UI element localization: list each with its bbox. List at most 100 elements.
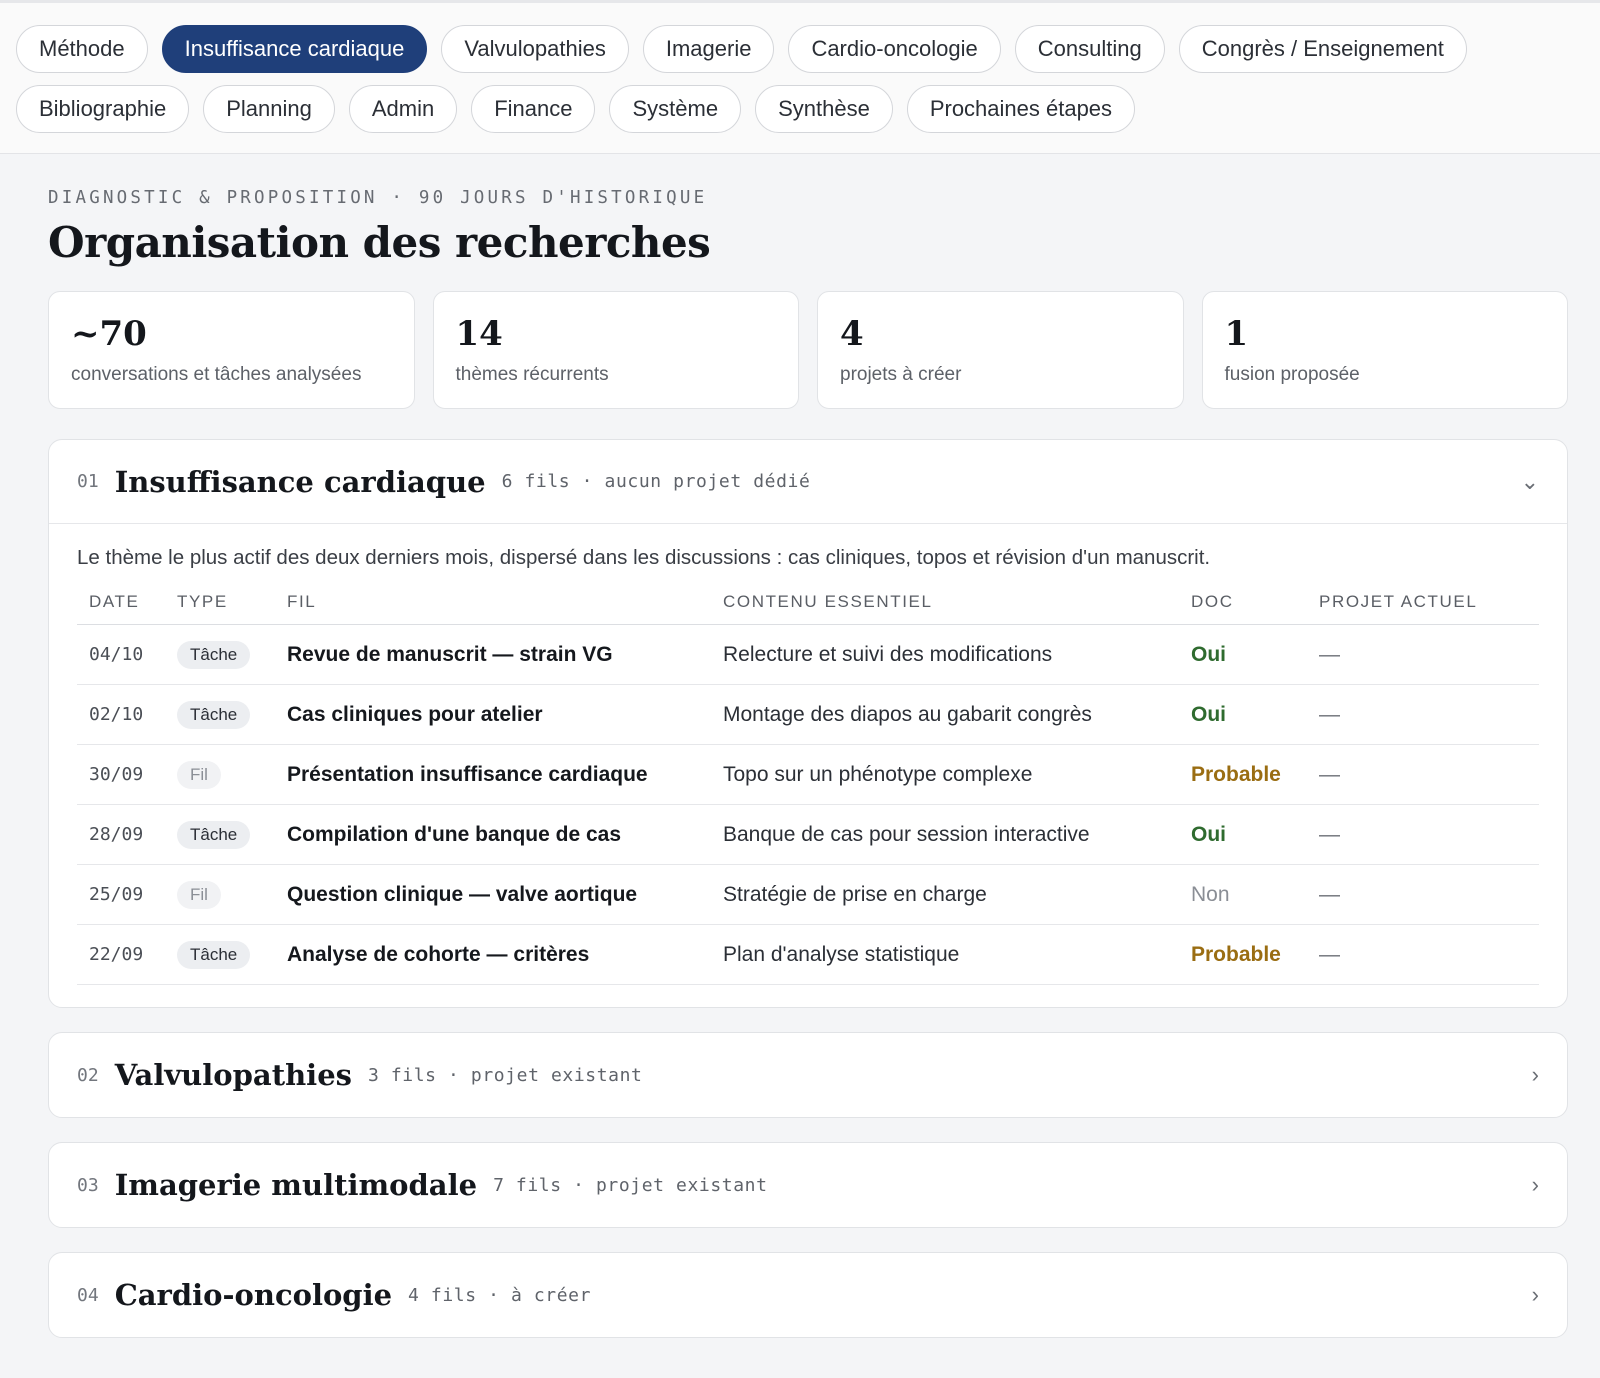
cell-type: Tâche bbox=[165, 624, 275, 685]
nav-row: Bibliographie Planning Admin Finance Système… bbox=[16, 85, 1584, 133]
column-header-projet: PROJET ACTUEL bbox=[1307, 586, 1539, 625]
cell-projet: — bbox=[1307, 864, 1539, 925]
cell-contenu: Relecture et suivi des modifications bbox=[711, 624, 1179, 685]
section-title: Imagerie multimodale bbox=[114, 1168, 478, 1202]
nav-tab-système[interactable]: Système bbox=[609, 85, 742, 133]
main-content: DIAGNOSTIC & PROPOSITION · 90 JOURS D'HI… bbox=[0, 154, 1600, 1338]
nav-tab-imagerie[interactable]: Imagerie bbox=[642, 25, 775, 73]
column-header-date: DATE bbox=[77, 586, 165, 625]
table-row[interactable]: 25/09 Fil Question clinique — valve aortiq… bbox=[77, 864, 1539, 925]
section-header[interactable]: 03 Imagerie multimodale 7 fils · projet … bbox=[49, 1143, 1567, 1227]
section-title: Valvulopathies bbox=[114, 1058, 352, 1092]
section-body: Le thème le plus actif des deux derniers… bbox=[49, 524, 1567, 1007]
cell-projet: — bbox=[1307, 744, 1539, 805]
column-header-type: TYPE bbox=[165, 586, 275, 625]
cell-projet: — bbox=[1307, 624, 1539, 685]
section-number: 01 bbox=[77, 471, 99, 492]
cell-date: 25/09 bbox=[77, 864, 165, 925]
threads-table: DATE TYPE FIL CONTENU ESSENTIEL DOC PROJ… bbox=[77, 586, 1539, 985]
cell-projet: — bbox=[1307, 924, 1539, 985]
cell-contenu: Montage des diapos au gabarit congrès bbox=[711, 684, 1179, 745]
section-valvulopathies: 02 Valvulopathies 3 fils · projet exista… bbox=[48, 1032, 1568, 1118]
section-header[interactable]: 04 Cardio-oncologie 4 fils · à créer › bbox=[49, 1253, 1567, 1337]
section-imagerie-multimodale: 03 Imagerie multimodale 7 fils · projet … bbox=[48, 1142, 1568, 1228]
cell-type: Tâche bbox=[165, 804, 275, 865]
cell-doc: Probable bbox=[1179, 744, 1307, 805]
chevron-right-icon[interactable]: › bbox=[1532, 1282, 1539, 1308]
cell-projet: — bbox=[1307, 684, 1539, 745]
nav-tab-finance[interactable]: Finance bbox=[471, 85, 596, 133]
page-eyebrow: DIAGNOSTIC & PROPOSITION · 90 JOURS D'HI… bbox=[48, 188, 708, 208]
type-badge: Fil bbox=[177, 760, 221, 789]
section-meta: 3 fils · projet existant bbox=[367, 1064, 643, 1086]
section-description: Le thème le plus actif des deux derniers… bbox=[77, 546, 1211, 569]
section-meta: 7 fils · projet existant bbox=[493, 1174, 768, 1196]
nav-tab-consulting[interactable]: Consulting bbox=[1014, 25, 1165, 73]
nav-bar: Méthode Insuffisance cardiaque Valvulopath… bbox=[0, 0, 1600, 154]
column-header-fil: FIL bbox=[275, 586, 711, 625]
nav-tab-méthode[interactable]: Méthode bbox=[16, 25, 148, 73]
cell-fil: Question clinique — valve aortique bbox=[275, 864, 711, 925]
nav-tab-admin[interactable]: Admin bbox=[348, 85, 458, 133]
page-title: Organisation des recherches bbox=[48, 218, 711, 267]
type-badge: Tâche bbox=[177, 700, 251, 729]
cell-type: Tâche bbox=[165, 924, 275, 985]
cell-date: 22/09 bbox=[77, 924, 165, 985]
nav-tab-bibliographie[interactable]: Bibliographie bbox=[16, 85, 190, 133]
cell-contenu: Stratégie de prise en charge bbox=[711, 864, 1179, 925]
cell-type: Tâche bbox=[165, 684, 275, 745]
stat-value: 14 bbox=[455, 314, 503, 354]
table-header-row: DATE TYPE FIL CONTENU ESSENTIEL DOC PROJ… bbox=[77, 586, 1539, 625]
cell-date: 30/09 bbox=[77, 744, 165, 805]
cell-contenu: Banque de cas pour session interactive bbox=[711, 804, 1179, 865]
section-title: Cardio-oncologie bbox=[114, 1278, 393, 1312]
stat-card-projets: 4 projets à créer bbox=[817, 291, 1184, 409]
section-number: 02 bbox=[77, 1064, 99, 1086]
nav-tab-congrès-enseignement[interactable]: Congrès / Enseignement bbox=[1178, 25, 1467, 73]
nav-tab-cardio-oncologie[interactable]: Cardio-oncologie bbox=[788, 25, 1001, 73]
chevron-right-icon[interactable]: › bbox=[1532, 1172, 1539, 1198]
stat-value: 1 bbox=[1224, 314, 1249, 354]
cell-date: 02/10 bbox=[77, 684, 165, 745]
nav-tab-synthèse[interactable]: Synthèse bbox=[755, 85, 893, 133]
cell-date: 28/09 bbox=[77, 804, 165, 865]
stat-label: projets à créer bbox=[840, 364, 962, 385]
nav-tab-insuffisance-cardiaque[interactable]: Insuffisance cardiaque bbox=[161, 25, 428, 73]
type-badge: Tâche bbox=[177, 940, 251, 969]
cell-date: 04/10 bbox=[77, 624, 165, 685]
section-header[interactable]: 02 Valvulopathies 3 fils · projet exista… bbox=[49, 1033, 1567, 1117]
table-row[interactable]: 22/09 Tâche Analyse de cohorte — critères P… bbox=[77, 924, 1539, 985]
cell-fil: Analyse de cohorte — critères bbox=[275, 924, 711, 985]
section-cardio-oncologie: 04 Cardio-oncologie 4 fils · à créer › bbox=[48, 1252, 1568, 1338]
cell-type: Fil bbox=[165, 864, 275, 925]
stat-value: 4 bbox=[840, 314, 864, 354]
section-meta: 4 fils · à créer bbox=[408, 1284, 592, 1306]
cell-type: Fil bbox=[165, 744, 275, 805]
type-badge: Tâche bbox=[177, 640, 251, 669]
cell-doc: Oui bbox=[1179, 804, 1307, 865]
table-body: 04/10 Tâche Revue de manuscrit — strain VG… bbox=[77, 624, 1539, 985]
chevron-down-icon[interactable]: ⌄ bbox=[1521, 469, 1539, 495]
cell-fil: Revue de manuscrit — strain VG bbox=[275, 624, 711, 685]
nav-tab-planning[interactable]: Planning bbox=[203, 85, 335, 133]
stat-label: conversations et tâches analysées bbox=[71, 364, 362, 385]
table-row[interactable]: 28/09 Tâche Compilation d'une banque de ca… bbox=[77, 804, 1539, 865]
table-row[interactable]: 02/10 Tâche Cas cliniques pour atelier Mont… bbox=[77, 684, 1539, 745]
cell-fil: Cas cliniques pour atelier bbox=[275, 684, 711, 745]
nav-tab-prochaines-étapes[interactable]: Prochaines étapes bbox=[906, 85, 1136, 133]
section-header[interactable]: 01 Insuffisance cardiaque 6 fils · aucun… bbox=[49, 440, 1567, 524]
cell-fil: Compilation d'une banque de cas bbox=[275, 804, 711, 865]
stat-card-conversations: ~70 conversations et tâches analysées bbox=[48, 291, 415, 409]
stat-card-themes: 14 thèmes récurrents bbox=[432, 291, 799, 409]
type-badge: Fil bbox=[177, 880, 221, 909]
section-number: 03 bbox=[77, 1174, 99, 1196]
table-row[interactable]: 30/09 Fil Présentation insuffisance cardia… bbox=[77, 744, 1539, 805]
column-header-contenu: CONTENU ESSENTIEL bbox=[711, 586, 1179, 625]
table-row[interactable]: 04/10 Tâche Revue de manuscrit — strain VG… bbox=[77, 624, 1539, 685]
chevron-right-icon[interactable]: › bbox=[1532, 1062, 1539, 1088]
nav-tab-valvulopathies[interactable]: Valvulopathies bbox=[441, 25, 629, 73]
section-number: 04 bbox=[77, 1284, 99, 1306]
stat-card-fusion: 1 fusion proposée bbox=[1201, 291, 1568, 409]
section-title: Insuffisance cardiaque bbox=[114, 464, 486, 499]
cell-doc: Probable bbox=[1179, 924, 1307, 985]
